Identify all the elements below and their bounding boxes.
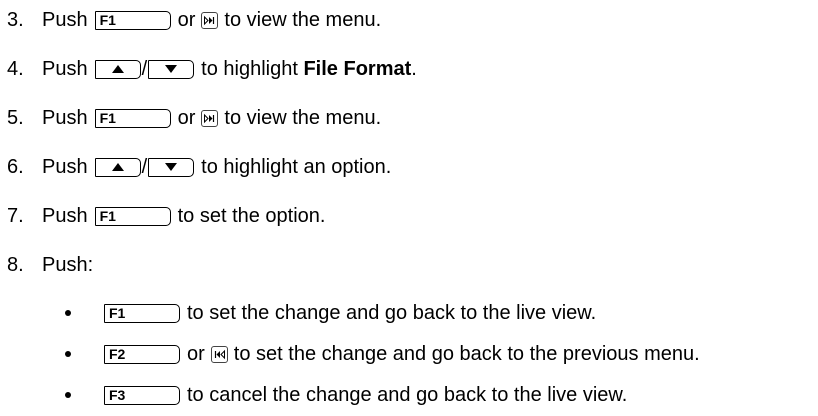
bullet — [65, 310, 71, 316]
step-text: Push — [42, 9, 88, 31]
substep-f2: F2 or to set the change and go back to t… — [0, 339, 818, 369]
arrow-up-icon — [111, 64, 124, 73]
f1-key: F1 — [94, 10, 171, 30]
instruction-page: 3. Push F1 or to view the menu. 4. Push … — [0, 0, 818, 416]
down-arrow-key — [148, 157, 195, 177]
separator: / — [141, 58, 148, 80]
step-text: Push — [42, 156, 88, 178]
f1-key: F1 — [94, 206, 171, 226]
key-label: F1 — [99, 109, 116, 126]
key-label: F1 — [109, 304, 126, 321]
step-text: to highlight an option. — [201, 156, 392, 178]
play-next-icon — [201, 109, 219, 127]
step-text: to set the option. — [177, 205, 326, 227]
step-text-prefix: to highlight — [201, 58, 298, 80]
key-label: F3 — [109, 386, 126, 403]
f1-key: F1 — [94, 108, 171, 128]
bullet — [65, 351, 71, 357]
substep-f1: F1 to set the change and go back to the … — [0, 298, 818, 328]
play-next-icon — [201, 11, 219, 29]
step-text: Push: — [42, 254, 94, 276]
arrow-down-icon — [165, 64, 178, 73]
bullet — [65, 392, 71, 398]
step-text-end: . — [411, 58, 417, 80]
step-number: 7. — [7, 205, 24, 227]
step-number: 3. — [7, 9, 24, 31]
down-arrow-key — [148, 59, 195, 79]
step-text: or — [177, 107, 196, 129]
step-text: to view the menu. — [224, 9, 382, 31]
arrow-up-icon — [111, 162, 124, 171]
step-text: Push — [42, 205, 88, 227]
step-number: 6. — [7, 156, 24, 178]
substep-f3: F3 to cancel the change and go back to t… — [0, 380, 818, 410]
substep-text: to cancel the change and go back to the … — [187, 384, 628, 406]
f1-key: F1 — [104, 303, 180, 323]
step-text: to highlight File Format. — [201, 54, 417, 84]
arrow-down-icon — [165, 162, 178, 171]
step-text: or — [177, 9, 196, 31]
f3-key: F3 — [104, 385, 180, 405]
f2-key: F2 — [104, 344, 180, 364]
step-text: Push — [42, 58, 88, 80]
separator: / — [141, 156, 148, 178]
key-label: F1 — [99, 11, 116, 28]
play-back-icon — [210, 345, 228, 363]
substep-text: or — [187, 343, 205, 365]
step-text: to view the menu. — [224, 107, 382, 129]
key-label: F2 — [109, 345, 126, 362]
substep-text: to set the change and go back to the liv… — [187, 302, 597, 324]
key-label: F1 — [99, 207, 116, 224]
step-number: 5. — [7, 107, 24, 129]
menu-option-name: File Format — [303, 58, 412, 80]
substep-text: to set the change and go back to the pre… — [233, 343, 700, 365]
up-arrow-key — [94, 59, 141, 79]
step-number: 8. — [7, 254, 24, 276]
up-arrow-key — [94, 157, 141, 177]
step-number: 4. — [7, 58, 24, 80]
step-text: Push — [42, 107, 88, 129]
